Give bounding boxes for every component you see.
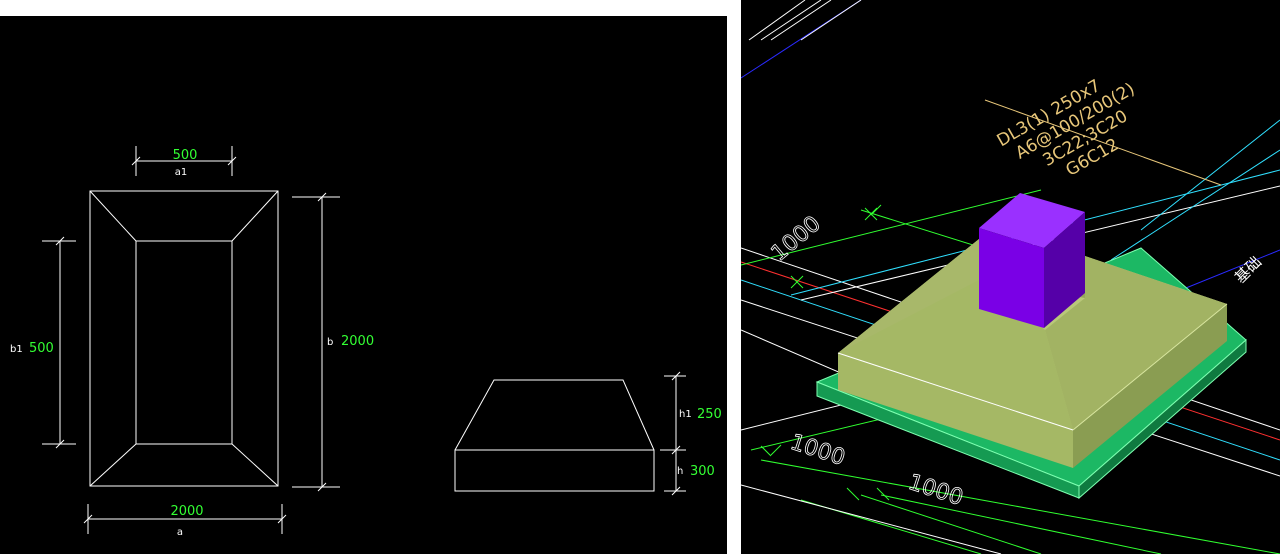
dim-b-label: b: [327, 337, 333, 348]
cad-3d-view-panel: DL3(1) 250x7 A6@100/200(2) 3C22;3C20 G6C…: [741, 0, 1280, 554]
plan-slope-line: [89, 190, 137, 242]
cad-3d-canvas: DL3(1) 250x7 A6@100/200(2) 3C22;3C20 G6C…: [741, 0, 1280, 554]
plan-view: [89, 190, 279, 487]
plan-slope-line: [89, 443, 137, 487]
dim-b1-value: 500: [29, 341, 54, 356]
cad-2d-drawing-panel: 500 a1 b1 500 b 2000 2000 a h1 250 h 300: [0, 16, 727, 554]
section-base-block: [454, 449, 655, 492]
dim-top-text: 1000: [767, 211, 826, 266]
dim-h-value: 300: [690, 464, 715, 479]
dim-h-label: h: [677, 466, 683, 477]
dim-bottom-left-text: 1000: [787, 430, 848, 471]
plan-slope-line: [231, 443, 279, 487]
dim-b-value: 2000: [341, 334, 374, 349]
dim-a1-value: 500: [173, 148, 198, 163]
section-view: [454, 379, 655, 492]
plan-slope-line: [231, 190, 279, 242]
dim-h1-value: 250: [697, 407, 722, 422]
dim-bottom-right-text: 1000: [905, 470, 966, 511]
dim-a1-label: a1: [175, 167, 188, 178]
dim-a-value: 2000: [170, 504, 203, 519]
plan-outer-rect: [89, 190, 279, 487]
section-sloped-top: [454, 379, 655, 451]
cad-2d-canvas: 500 a1 b1 500 b 2000 2000 a h1 250 h 300: [10, 146, 722, 538]
dim-h1-label: h1: [679, 409, 692, 420]
dim-b1-label: b1: [10, 344, 23, 355]
plan-inner-rect: [135, 240, 233, 445]
dim-a-label: a: [177, 527, 183, 538]
